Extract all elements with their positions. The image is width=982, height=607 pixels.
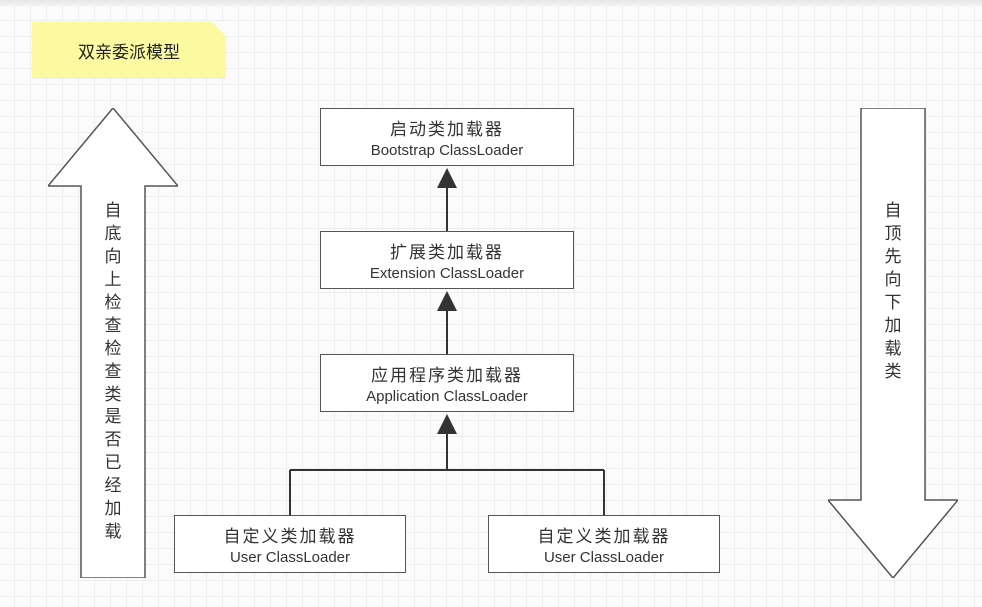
box-application-classloader: 应用程序类加载器 Application ClassLoader (320, 354, 574, 412)
application-en: Application ClassLoader (366, 388, 528, 405)
box-bootstrap-classloader: 启动类加载器 Bootstrap ClassLoader (320, 108, 574, 166)
diagram-canvas: 双亲委派模型 自底向上检查检查类是否已经加载 自顶先向下加载类 启动类加载器 B… (0, 0, 982, 607)
application-cn: 应用程序类加载器 (371, 361, 523, 386)
box-user-classloader-right: 自定义类加载器 User ClassLoader (488, 515, 720, 573)
user-left-en: User ClassLoader (230, 549, 350, 566)
title-text: 双亲委派模型 (78, 38, 180, 63)
box-user-classloader-left: 自定义类加载器 User ClassLoader (174, 515, 406, 573)
bootstrap-en: Bootstrap ClassLoader (371, 142, 524, 159)
user-right-en: User ClassLoader (544, 549, 664, 566)
title-sticky-note: 双亲委派模型 (32, 22, 226, 78)
bootstrap-cn: 启动类加载器 (390, 115, 504, 140)
box-extension-classloader: 扩展类加载器 Extension ClassLoader (320, 231, 574, 289)
right-arrow-label: 自顶先向下加载类 (883, 200, 903, 384)
user-left-cn: 自定义类加载器 (224, 522, 357, 547)
extension-cn: 扩展类加载器 (390, 238, 504, 263)
left-arrow-label: 自底向上检查检查类是否已经加载 (103, 200, 123, 544)
user-right-cn: 自定义类加载器 (538, 522, 671, 547)
extension-en: Extension ClassLoader (370, 265, 524, 282)
